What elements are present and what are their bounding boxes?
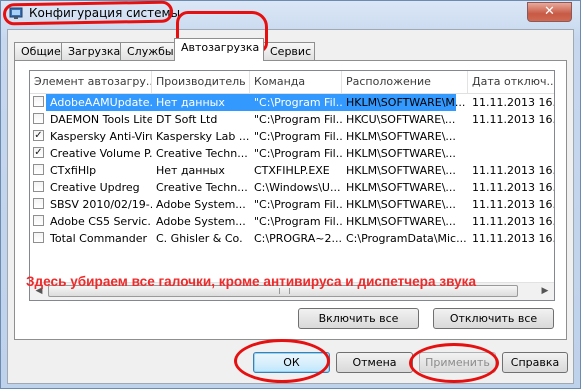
cell-location: HKCU\SOFTWARE\...	[346, 113, 456, 126]
cell-manufacturer: DT Soft Ltd	[156, 113, 218, 126]
system-config-window: Конфигурация системы ✕ Общие Загрузка Сл…	[0, 0, 581, 389]
table-row[interactable]: Total Commander C. Ghisler & Co. C:\PROGRA…	[30, 230, 554, 247]
row-checkbox[interactable]	[33, 181, 44, 192]
cell-location: HKLM\SOFTWARE\...	[346, 130, 456, 143]
cell-date-disabled: 11.11.2013 16...	[472, 96, 555, 109]
help-button[interactable]: Справка	[502, 352, 568, 373]
cell-item: Kaspersky Anti-Virus	[50, 130, 152, 143]
cell-location: HKLM\SOFTWARE\...	[346, 198, 456, 211]
cell-item: CTxfiHlp	[50, 164, 97, 177]
cell-item: SBSV 2010/02/19-...	[50, 198, 152, 211]
table-row[interactable]: CTxfiHlp Нет данных CTXFIHLP.EXE HKLM\SOFTW…	[30, 162, 554, 179]
table-row[interactable]: Creative Updreg Creative Techn... C:\Windo…	[30, 179, 554, 196]
cell-command: "C:\Program Fil...	[254, 198, 342, 211]
cell-command: C:\PROGRA~2...	[254, 232, 342, 245]
tab-boot[interactable]: Загрузка	[61, 42, 121, 60]
dialog-body: Общие Загрузка Службы Автозагрузка Серви…	[7, 29, 574, 384]
cell-date-disabled: 11.11.2013 16...	[472, 164, 555, 177]
list-header: Элемент автозагру... Производитель Коман…	[30, 71, 554, 94]
startup-items-list[interactable]: Элемент автозагру... Производитель Коман…	[29, 70, 555, 301]
cell-command: C:\Windows\U...	[254, 181, 341, 194]
cell-command: "C:\Program Fil...	[254, 147, 342, 160]
row-checkbox[interactable]	[33, 232, 44, 243]
cell-date-disabled: 11.11.2013 16...	[472, 215, 555, 228]
cell-date-disabled: 11.11.2013 16...	[472, 232, 555, 245]
tab-services[interactable]: Службы	[120, 42, 175, 60]
cell-date-disabled: 11.11.2013 16...	[472, 181, 555, 194]
cell-manufacturer: Нет данных	[156, 164, 225, 177]
cell-command: "C:\Program Fil...	[254, 96, 342, 109]
table-row[interactable]: Adobe CS5 Servic... Adobe System... "C:\Pr…	[30, 213, 554, 230]
cell-item: Creative Updreg	[50, 181, 140, 194]
apply-button: Применить	[419, 352, 496, 373]
cell-command: CTXFIHLP.EXE	[254, 164, 330, 177]
column-header-command[interactable]: Команда	[250, 71, 342, 93]
enable-all-button[interactable]: Включить все	[298, 308, 419, 329]
cell-location: HKLM\SOFTWARE\M...	[346, 96, 466, 109]
title-bar[interactable]: Конфигурация системы ✕	[1, 1, 580, 27]
cell-date-disabled: 11.11.2013 16...	[472, 113, 555, 126]
table-row[interactable]: ✓ Creative Volume P... Creative Techn... "C…	[30, 145, 554, 162]
cell-manufacturer: Adobe System...	[156, 198, 246, 211]
cell-manufacturer: Нет данных	[156, 96, 225, 109]
cell-date-disabled	[468, 128, 554, 145]
cell-location: HKLM\SOFTWARE\...	[346, 164, 456, 177]
cell-location: HKLM\SOFTWARE\...	[346, 215, 456, 228]
cell-date-disabled: 11.11.2013 16...	[472, 198, 555, 211]
annotation-text: Здесь убираем все галочки, кроме антивир…	[26, 274, 477, 289]
table-row[interactable]: ✓ Kaspersky Anti-Virus Kaspersky Lab ... "C…	[30, 128, 554, 145]
row-checkbox[interactable]: ✓	[33, 147, 44, 158]
tab-startup[interactable]: Автозагрузка	[174, 38, 264, 61]
disable-all-button[interactable]: Отключить все	[433, 308, 554, 329]
cell-command: "C:\Program Fil...	[254, 130, 342, 143]
cell-manufacturer: Creative Techn...	[156, 181, 248, 194]
cell-item: Adobe CS5 Servic...	[50, 215, 152, 228]
column-header-date-disabled[interactable]: Дата отключ...	[468, 71, 554, 93]
cancel-button[interactable]: Отмена	[336, 352, 413, 373]
close-button[interactable]: ✕	[527, 2, 572, 22]
column-header-manufacturer[interactable]: Производитель	[152, 71, 250, 93]
cell-location: HKLM\SOFTWARE\...	[346, 147, 456, 160]
cell-item: DAEMON Tools Lite	[50, 113, 152, 126]
cell-date-disabled	[468, 145, 554, 162]
tab-general[interactable]: Общие	[14, 42, 62, 60]
column-header-location[interactable]: Расположение	[342, 71, 468, 93]
window-title: Конфигурация системы	[29, 6, 181, 20]
row-checkbox[interactable]: ✓	[33, 130, 44, 141]
cell-command: "C:\Program Fil...	[254, 215, 342, 228]
table-row[interactable]: AdobeAAMUpdate... Нет данных "C:\Program F…	[30, 94, 554, 111]
cell-item: AdobeAAMUpdate...	[50, 96, 152, 109]
cell-manufacturer: Adobe System...	[156, 215, 246, 228]
cell-location: HKLM\SOFTWARE\...	[346, 181, 456, 194]
startup-tab-panel: Элемент автозагру... Производитель Коман…	[14, 60, 567, 340]
cell-location: C:\ProgramData\Mic...	[346, 232, 467, 245]
cell-manufacturer: Creative Techn...	[156, 147, 248, 160]
cell-item: Total Commander	[50, 232, 148, 245]
row-checkbox[interactable]	[33, 215, 44, 226]
row-checkbox[interactable]	[33, 96, 44, 107]
table-row[interactable]: SBSV 2010/02/19-... Adobe System... "C:\Pr…	[30, 196, 554, 213]
cell-manufacturer: Kaspersky Lab ...	[156, 130, 250, 143]
cell-item: Creative Volume P...	[50, 147, 152, 160]
cell-manufacturer: C. Ghisler & Co.	[156, 232, 243, 245]
row-checkbox[interactable]	[33, 113, 44, 124]
msconfig-icon	[9, 7, 23, 19]
row-checkbox[interactable]	[33, 164, 44, 175]
table-row[interactable]: DAEMON Tools Lite DT Soft Ltd "C:\Program …	[30, 111, 554, 128]
cell-command: "C:\Program Fil...	[254, 113, 342, 126]
row-checkbox[interactable]	[33, 198, 44, 209]
column-header-item[interactable]: Элемент автозагру...	[30, 71, 152, 93]
ok-button[interactable]: ОК	[253, 352, 330, 373]
tab-tools[interactable]: Сервис	[263, 42, 315, 60]
